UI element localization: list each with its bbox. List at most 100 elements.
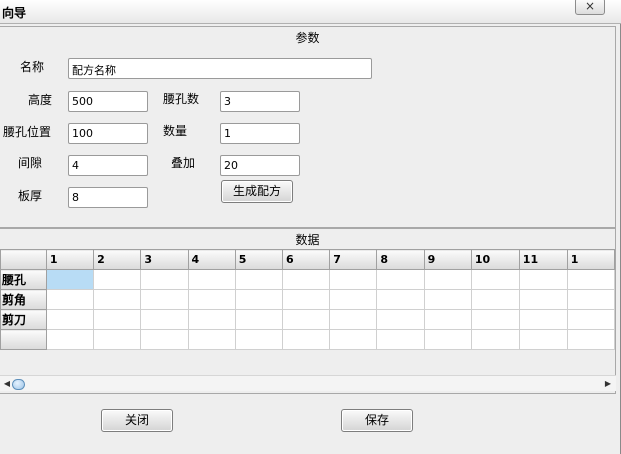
params-legend: 参数 (295, 31, 320, 45)
table-cell[interactable] (518, 269, 568, 290)
window-title: 向导 (2, 6, 27, 20)
table-cell[interactable] (518, 309, 568, 330)
table-cell[interactable] (187, 269, 236, 290)
close-window-button[interactable]: × (575, 0, 605, 15)
table-cell[interactable] (376, 289, 425, 310)
table-cell[interactable] (45, 309, 95, 330)
table-row: 腰孔 (0, 269, 615, 290)
table-cell[interactable] (376, 269, 425, 290)
table-cell[interactable] (45, 269, 95, 290)
table-row: 剪刀 (0, 309, 615, 330)
generate-recipe-button[interactable]: 生成配方 (221, 180, 293, 203)
table-cell[interactable] (376, 329, 425, 350)
table-cell[interactable] (234, 329, 283, 350)
table-cell[interactable] (470, 289, 520, 310)
table-cell[interactable] (45, 289, 95, 310)
table-cell[interactable] (140, 309, 189, 330)
table-cell[interactable] (329, 269, 378, 290)
table-cell[interactable] (281, 329, 331, 350)
column-header[interactable]: 3 (140, 249, 189, 270)
column-header[interactable]: 9 (423, 249, 472, 270)
gap-field[interactable]: 4 (68, 155, 148, 176)
corner-header (0, 249, 47, 270)
scrollbar-thumb[interactable] (12, 379, 25, 390)
table-cell[interactable] (187, 289, 236, 310)
quantity-field[interactable]: 1 (220, 123, 300, 144)
quantity-label: 数量 (163, 124, 188, 138)
table-cell[interactable] (93, 269, 142, 290)
table-cell[interactable] (234, 269, 283, 290)
table-row: 剪角 (0, 289, 615, 310)
table-cell[interactable] (187, 309, 236, 330)
gap-label: 间隙 (18, 156, 43, 170)
row-header: 剪刀 (0, 309, 47, 330)
name-field[interactable]: 配方名称 (68, 58, 372, 79)
table-cell[interactable] (45, 329, 95, 350)
table-cell[interactable] (234, 289, 283, 310)
table-cell[interactable] (470, 309, 520, 330)
row-header (0, 329, 47, 350)
waist-hole-count-label: 腰孔数 (163, 92, 200, 106)
column-header[interactable]: 11 (518, 249, 568, 270)
waist-hole-position-field[interactable]: 100 (68, 123, 148, 144)
table-cell[interactable] (518, 289, 568, 310)
wizard-window: 向导 × 参数 名称 配方名称 高度 500 腰孔数 3 腰孔位置 100 数量… (0, 0, 621, 454)
table-cell[interactable] (140, 269, 189, 290)
thickness-label: 板厚 (18, 189, 43, 203)
close-button[interactable]: 关闭 (101, 409, 173, 432)
table-cell[interactable] (566, 309, 615, 330)
column-header[interactable]: 10 (470, 249, 520, 270)
table-cell[interactable] (566, 289, 615, 310)
table-row (0, 329, 615, 350)
table-cell[interactable] (140, 289, 189, 310)
table-cell[interactable] (566, 269, 615, 290)
table-cell[interactable] (234, 309, 283, 330)
column-header[interactable]: 8 (376, 249, 425, 270)
table-cell[interactable] (187, 329, 236, 350)
column-header[interactable]: 2 (93, 249, 142, 270)
column-header[interactable]: 6 (281, 249, 331, 270)
table-cell[interactable] (93, 309, 142, 330)
table-cell[interactable] (470, 269, 520, 290)
table-cell[interactable] (423, 269, 472, 290)
column-header[interactable]: 1 (566, 249, 615, 270)
name-label: 名称 (20, 60, 45, 74)
table-cell[interactable] (329, 329, 378, 350)
save-button[interactable]: 保存 (341, 409, 413, 432)
stack-label: 叠加 (171, 156, 196, 170)
table-cell[interactable] (518, 329, 568, 350)
table-cell[interactable] (376, 309, 425, 330)
data-panel: 数据 1 2 3 4 5 6 7 8 9 10 11 1 腰孔 剪角 剪刀 ◀ … (0, 228, 616, 394)
table-cell[interactable] (566, 329, 615, 350)
params-panel: 参数 名称 配方名称 高度 500 腰孔数 3 腰孔位置 100 数量 1 间隙… (0, 26, 616, 228)
arrow-right-icon[interactable]: ▶ (602, 378, 614, 390)
table-cell[interactable] (423, 329, 472, 350)
column-header[interactable]: 5 (234, 249, 283, 270)
table-cell[interactable] (93, 329, 142, 350)
table-cell[interactable] (470, 329, 520, 350)
data-grid-viewport: 1 2 3 4 5 6 7 8 9 10 11 1 腰孔 剪角 剪刀 (0, 229, 615, 375)
waist-hole-position-label: 腰孔位置 (3, 125, 52, 139)
table-cell[interactable] (281, 269, 331, 290)
table-cell[interactable] (329, 309, 378, 330)
column-header[interactable]: 4 (187, 249, 236, 270)
horizontal-scrollbar[interactable]: ◀ ▶ (0, 375, 616, 391)
close-icon: × (584, 0, 596, 13)
table-cell[interactable] (93, 289, 142, 310)
column-header[interactable]: 7 (329, 249, 378, 270)
row-header: 腰孔 (0, 269, 47, 290)
height-field[interactable]: 500 (68, 91, 148, 112)
stack-field[interactable]: 20 (220, 155, 300, 176)
data-grid: 1 2 3 4 5 6 7 8 9 10 11 1 腰孔 剪角 剪刀 (0, 249, 615, 350)
column-header[interactable]: 1 (45, 249, 95, 270)
table-cell[interactable] (281, 289, 331, 310)
table-cell[interactable] (140, 329, 189, 350)
table-cell[interactable] (423, 309, 472, 330)
table-cell[interactable] (281, 309, 331, 330)
waist-hole-count-field[interactable]: 3 (220, 91, 300, 112)
table-cell[interactable] (329, 289, 378, 310)
table-cell[interactable] (423, 289, 472, 310)
row-header: 剪角 (0, 289, 47, 310)
thickness-field[interactable]: 8 (68, 187, 148, 208)
height-label: 高度 (28, 93, 53, 107)
